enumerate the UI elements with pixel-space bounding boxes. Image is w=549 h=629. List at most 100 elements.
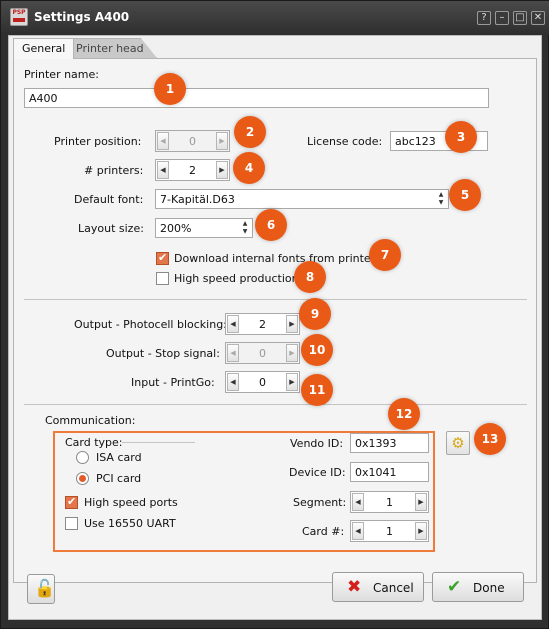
num-printers-label: # printers: [84,164,144,177]
segment-value: 1 [386,496,393,509]
download-fonts-checkbox[interactable] [156,251,169,265]
printer-name-label: Printer name: [24,68,99,81]
pci-card-radio[interactable] [76,472,89,485]
layout-size-label: Layout size: [78,222,144,235]
device-id-label: Device ID: [289,466,346,479]
increment-icon[interactable]: ▶ [415,493,427,511]
lock-icon: 🔓 [34,579,56,599]
separator [24,404,527,405]
minimize-button[interactable]: – [495,11,509,25]
marker-13: 13 [474,423,506,455]
decrement-icon[interactable]: ◀ [157,161,169,179]
marker-4: 4 [233,152,265,184]
input-printgo-value: 0 [259,376,266,389]
num-printers-value: 2 [189,164,196,177]
high-speed-ports-label: High speed ports [84,496,178,509]
lock-button[interactable]: 🔓 [27,574,55,604]
marker-7: 7 [369,239,401,271]
printer-position-spinner[interactable]: ◀ 0 ▶ [155,130,230,152]
card-type-group-line [122,442,195,443]
increment-icon[interactable]: ▶ [286,315,298,333]
card-type-label: Card type: [65,436,123,449]
download-fonts-label: Download internal fonts from printer [174,252,376,265]
marker-8: 8 [294,261,326,293]
up-down-arrows-icon[interactable]: ▲ ▼ [435,191,447,207]
increment-icon[interactable]: ▶ [286,344,298,362]
card-num-value: 1 [386,525,393,538]
done-button[interactable]: ✔ Done [432,572,524,602]
help-button[interactable]: ? [477,11,491,25]
segment-label: Segment: [293,496,347,509]
layout-size-combo[interactable]: 200% ▲ ▼ [155,218,253,238]
high-speed-ports-checkbox[interactable] [65,495,78,509]
card-num-spinner[interactable]: ◀ 1 ▶ [350,520,429,542]
decrement-icon[interactable]: ◀ [227,344,239,362]
communication-label: Communication: [45,414,136,427]
app-logo-icon: PSP [10,8,28,26]
isa-card-radio[interactable] [76,451,89,464]
marker-12: 12 [388,398,420,430]
app-logo-stripe [13,18,25,22]
titlebar: PSP Settings A400 ? – □ ✕ [1,1,549,35]
green-check-icon: ✔ [447,577,462,597]
increment-icon[interactable]: ▶ [216,161,228,179]
device-id-input[interactable]: 0x1041 [350,462,429,482]
default-font-label: Default font: [74,193,144,206]
app-logo-text: PSP [12,9,26,16]
use-16550-label: Use 16550 UART [84,517,176,530]
increment-icon[interactable]: ▶ [216,132,228,150]
decrement-icon[interactable]: ◀ [352,493,364,511]
tab-general[interactable]: General [13,38,75,59]
window-title: Settings A400 [34,10,130,24]
marker-10: 10 [301,334,333,366]
done-label: Done [473,581,505,595]
vendo-id-input[interactable]: 0x1393 [350,433,429,453]
increment-icon[interactable]: ▶ [415,522,427,540]
isa-card-label: ISA card [96,451,142,464]
cancel-button[interactable]: ✖ Cancel [332,572,424,602]
output-stop-spinner[interactable]: ◀ 0 ▶ [225,342,300,364]
settings-window: PSP Settings A400 ? – □ ✕ General Printe… [0,0,549,629]
input-printgo-label: Input - PrintGo: [131,376,215,389]
vendo-id-label: Vendo ID: [290,437,344,450]
num-printers-spinner[interactable]: ◀ 2 ▶ [155,159,230,181]
printer-position-value: 0 [189,135,196,148]
up-down-arrows-icon[interactable]: ▲ ▼ [239,220,251,236]
increment-icon[interactable]: ▶ [286,373,298,391]
card-num-label: Card #: [302,525,345,538]
output-photocell-label: Output - Photocell blocking: [74,318,227,331]
segment-spinner[interactable]: ◀ 1 ▶ [350,491,429,513]
input-printgo-spinner[interactable]: ◀ 0 ▶ [225,371,300,393]
maximize-button[interactable]: □ [513,11,527,25]
decrement-icon[interactable]: ◀ [157,132,169,150]
output-stop-label: Output - Stop signal: [106,347,220,360]
close-button[interactable]: ✕ [531,11,545,25]
printer-position-label: Printer position: [54,135,142,148]
high-speed-production-checkbox[interactable] [156,272,169,285]
cancel-label: Cancel [373,581,414,595]
marker-6: 6 [255,209,287,241]
marker-9: 9 [299,298,331,330]
marker-11: 11 [301,374,333,406]
tab-printer-head[interactable]: Printer head [67,38,157,58]
communication-settings-button[interactable]: ⚙ [446,431,470,455]
layout-size-value: 200% [160,222,192,235]
marker-5: 5 [449,179,481,211]
default-font-value: 7-Kapitäl.D63 [160,193,235,206]
default-font-combo[interactable]: 7-Kapitäl.D63 ▲ ▼ [155,189,449,209]
printer-name-input[interactable]: A400 [24,88,489,108]
output-photocell-value: 2 [259,318,266,331]
pci-card-label: PCI card [96,472,142,485]
marker-2: 2 [234,116,266,148]
decrement-icon[interactable]: ◀ [227,315,239,333]
red-x-icon: ✖ [347,577,362,597]
gear-icon: ⚙ [451,434,465,452]
decrement-icon[interactable]: ◀ [227,373,239,391]
output-photocell-spinner[interactable]: ◀ 2 ▶ [225,313,300,335]
marker-3: 3 [445,121,477,153]
marker-1: 1 [154,73,186,105]
decrement-icon[interactable]: ◀ [352,522,364,540]
use-16550-checkbox[interactable] [65,517,78,530]
license-code-label: License code: [307,135,383,148]
high-speed-production-label: High speed production [174,272,299,285]
